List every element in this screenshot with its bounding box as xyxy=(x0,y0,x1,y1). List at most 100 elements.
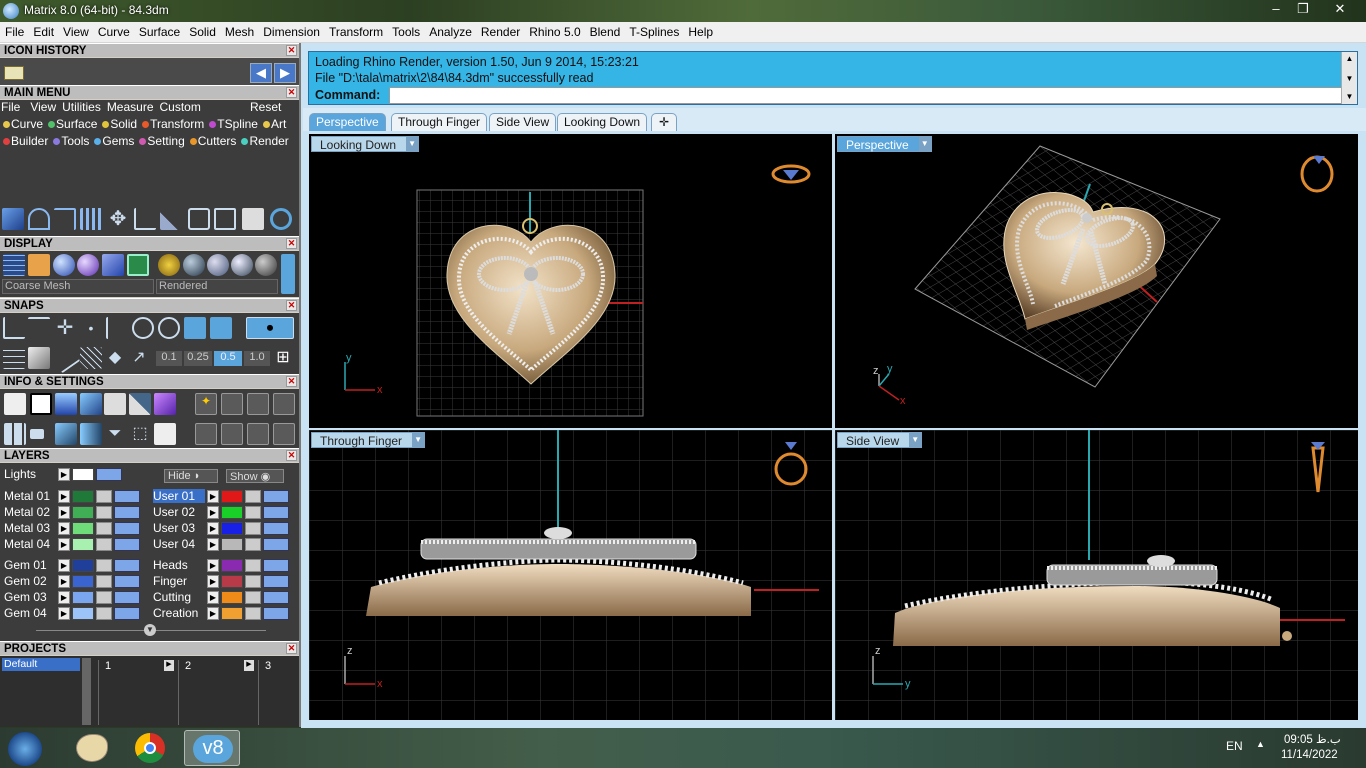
scroll-down-2-icon[interactable]: ▼ xyxy=(1342,92,1357,101)
expand-icon[interactable]: ▶ xyxy=(58,591,70,604)
menu-curve[interactable]: Curve xyxy=(93,22,134,39)
viewport-side-view[interactable]: z y Side View ▼ xyxy=(835,430,1358,720)
ring-info-icon[interactable] xyxy=(195,423,217,445)
layer-metal-01[interactable]: Metal 01 ▶ xyxy=(4,489,144,504)
close-icon[interactable]: ✕ xyxy=(286,238,297,249)
zoom-icon[interactable] xyxy=(30,393,52,415)
planar-snap-icon[interactable] xyxy=(80,347,102,369)
layer-visibility-toggle[interactable] xyxy=(114,607,140,620)
lights-visibility-toggle[interactable] xyxy=(96,468,122,481)
layer-color-swatch[interactable] xyxy=(72,559,94,572)
layer-visibility-toggle[interactable] xyxy=(114,490,140,503)
expand-icon[interactable]: ▶ xyxy=(58,522,70,535)
gem-info-a-icon[interactable] xyxy=(221,423,243,445)
lock-icon[interactable] xyxy=(96,607,112,620)
scroll-up-icon[interactable]: ▲ xyxy=(1342,54,1357,63)
play-icon[interactable]: ▶ xyxy=(244,660,254,671)
menu-blend[interactable]: Blend xyxy=(585,22,625,39)
layer-visibility-toggle[interactable] xyxy=(114,559,140,572)
xray-icon[interactable] xyxy=(102,254,124,276)
viewport-label-through-finger[interactable]: Through Finger ▼ xyxy=(311,432,426,448)
mm-art[interactable]: Art xyxy=(260,117,286,131)
lock-icon[interactable] xyxy=(245,538,261,551)
cen-snap-icon[interactable] xyxy=(132,317,154,339)
layer-visibility-toggle[interactable] xyxy=(263,522,289,535)
mm-tspline[interactable]: TSpline xyxy=(206,117,258,131)
layer-cutting[interactable]: Cutting ▶ xyxy=(153,590,293,605)
show-button[interactable]: Show ◉ xyxy=(226,469,284,483)
lock-icon[interactable] xyxy=(245,575,261,588)
perp-snap-icon[interactable] xyxy=(106,317,128,339)
expand-icon[interactable]: ▶ xyxy=(207,591,219,604)
selection-icon[interactable]: ⬚ xyxy=(129,423,151,445)
matte-sphere-icon[interactable] xyxy=(183,254,205,276)
layer-gem-02[interactable]: Gem 02 ▶ xyxy=(4,574,144,589)
expand-icon[interactable]: ▶ xyxy=(207,490,219,503)
snap-grid-icon[interactable]: ⊞ xyxy=(272,347,294,369)
filter-icon[interactable]: ⏷ xyxy=(104,423,126,445)
wireframe-icon[interactable] xyxy=(3,254,25,276)
edit-info-icon[interactable] xyxy=(129,393,151,415)
snap-value-025[interactable]: 0.25 xyxy=(184,351,212,366)
chevron-down-icon[interactable]: ▼ xyxy=(909,433,922,447)
point-snap-icon[interactable]: ✛ xyxy=(54,317,76,339)
mm-utilities[interactable]: Utilities xyxy=(62,100,101,114)
mm-surface[interactable]: Surface xyxy=(45,117,97,131)
wire-sphere-icon[interactable] xyxy=(255,254,277,276)
lock-icon[interactable] xyxy=(96,559,112,572)
lock-icon[interactable] xyxy=(245,607,261,620)
ortho-toggle-icon[interactable]: ⏺ xyxy=(246,317,294,339)
shaded-sphere-icon[interactable] xyxy=(53,254,75,276)
lock-icon[interactable] xyxy=(96,575,112,588)
arc-tool-icon[interactable] xyxy=(28,208,50,230)
settings-gear-icon[interactable] xyxy=(4,393,26,415)
layer-gem-01[interactable]: Gem 01 ▶ xyxy=(4,558,144,573)
page-tool-icon[interactable] xyxy=(134,208,156,230)
layer-color-swatch[interactable] xyxy=(221,490,243,503)
menu-dimension[interactable]: Dimension xyxy=(258,22,324,39)
display-mode-select[interactable]: Rendered xyxy=(156,279,278,294)
menu-help[interactable]: Help xyxy=(683,22,717,39)
viewport-layout-icon[interactable] xyxy=(4,423,26,445)
mm-gems[interactable]: Gems xyxy=(91,134,134,148)
camera-b-icon[interactable] xyxy=(247,393,269,415)
chevron-down-icon[interactable]: ▼ xyxy=(412,433,425,447)
layer-visibility-toggle[interactable] xyxy=(114,575,140,588)
lock-icon[interactable] xyxy=(245,506,261,519)
menu-rhino5[interactable]: Rhino 5.0 xyxy=(524,22,584,39)
lock-icon[interactable] xyxy=(245,559,261,572)
close-button[interactable]: ✕ xyxy=(1320,0,1360,18)
tab-perspective[interactable]: Perspective xyxy=(309,113,386,132)
layer-color-swatch[interactable] xyxy=(72,538,94,551)
layer-user-04[interactable]: User 04 ▶ xyxy=(153,537,293,552)
viewport-label-perspective[interactable]: Perspective ▼ xyxy=(837,136,932,152)
tab-through-finger[interactable]: Through Finger xyxy=(391,113,488,132)
mm-file[interactable]: File xyxy=(1,100,20,114)
mm-view[interactable]: View xyxy=(30,100,56,114)
lights-layer[interactable]: Lights ▶ xyxy=(4,467,144,482)
quad-snap-icon[interactable] xyxy=(158,317,180,339)
group-tool-icon[interactable] xyxy=(188,208,210,230)
close-icon[interactable]: ✕ xyxy=(286,87,297,98)
display-mesh-select[interactable]: Coarse Mesh xyxy=(2,279,154,294)
history-forward-icon[interactable]: ▶ xyxy=(274,63,296,83)
layer-color-swatch[interactable] xyxy=(221,575,243,588)
end-snap-icon[interactable] xyxy=(3,317,25,339)
layer-gem-03[interactable]: Gem 03 ▶ xyxy=(4,590,144,605)
chevron-down-icon[interactable]: ▼ xyxy=(406,137,419,151)
layer-user-01[interactable]: User 01 ▶ xyxy=(153,489,293,504)
menu-surface[interactable]: Surface xyxy=(134,22,184,39)
command-scrollbar[interactable]: ▲ ▼ ▼ xyxy=(1341,52,1357,104)
rendered-sphere-icon[interactable] xyxy=(77,254,99,276)
menu-mesh[interactable]: Mesh xyxy=(220,22,258,39)
expand-icon[interactable]: ▶ xyxy=(58,607,70,620)
layer-metal-02[interactable]: Metal 02 ▶ xyxy=(4,505,144,520)
gem-info-c-icon[interactable] xyxy=(273,423,295,445)
mm-custom[interactable]: Custom xyxy=(160,100,201,114)
menu-render[interactable]: Render xyxy=(476,22,524,39)
layer-user-02[interactable]: User 02 ▶ xyxy=(153,505,293,520)
layer-visibility-toggle[interactable] xyxy=(263,538,289,551)
hand-tool-icon[interactable] xyxy=(242,208,264,230)
tab-side-view[interactable]: Side View xyxy=(489,113,557,132)
layer-color-swatch[interactable] xyxy=(72,506,94,519)
